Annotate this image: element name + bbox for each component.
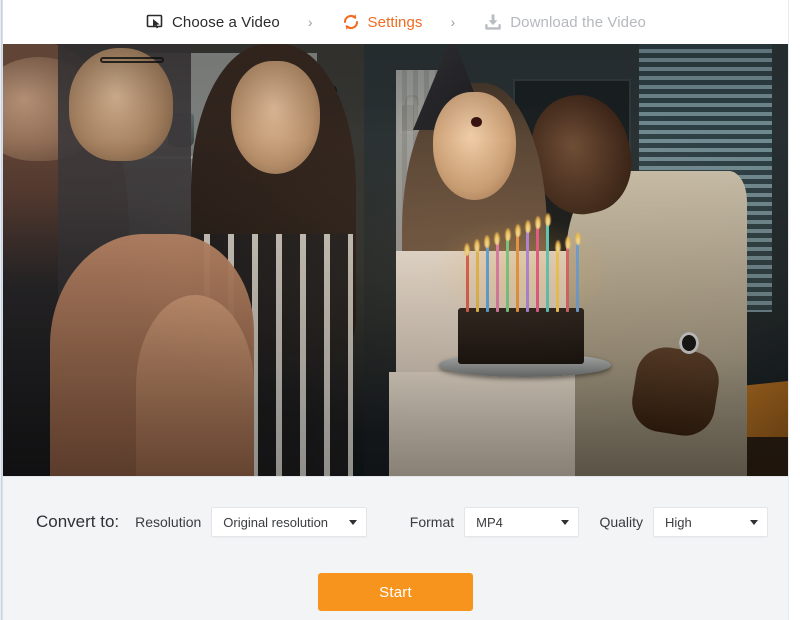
step-separator-1: ›	[307, 14, 313, 30]
refresh-icon	[341, 12, 361, 32]
step-choose-a-video[interactable]: Choose a Video	[143, 12, 282, 32]
step-separator-2: ›	[450, 14, 456, 30]
conversion-settings-panel: Convert to: Resolution Original resoluti…	[3, 476, 788, 620]
start-button-row: Start	[3, 573, 788, 611]
window-right-edge	[788, 0, 800, 620]
download-icon	[483, 12, 503, 32]
video-converter-window: Choose a Video › Settings › Download the…	[0, 0, 800, 620]
step-settings[interactable]: Settings	[339, 12, 425, 32]
settings-controls-row: Convert to: Resolution Original resoluti…	[3, 507, 788, 537]
window-left-edge	[0, 0, 3, 620]
select-video-icon	[145, 12, 165, 32]
step-download-the-video[interactable]: Download the Video	[481, 12, 648, 32]
video-frame-image	[3, 44, 788, 476]
format-label: Format	[409, 514, 455, 530]
progress-step-bar: Choose a Video › Settings › Download the…	[3, 0, 788, 44]
quality-value: High	[665, 514, 692, 530]
quality-select[interactable]: High	[653, 507, 769, 537]
resolution-field: Resolution Original resolution	[135, 507, 368, 537]
chevron-down-icon	[561, 520, 570, 525]
step-download-the-video-label: Download the Video	[510, 13, 646, 31]
chevron-down-icon	[750, 520, 759, 525]
start-button[interactable]: Start	[318, 573, 473, 611]
quality-label: Quality	[599, 514, 644, 530]
format-field: Format MP4	[409, 507, 580, 537]
resolution-label: Resolution	[135, 514, 202, 530]
step-settings-label: Settings	[367, 13, 423, 31]
convert-to-label: Convert to:	[36, 512, 120, 531]
chevron-down-icon	[349, 520, 358, 525]
quality-field: Quality High	[599, 507, 769, 537]
step-choose-a-video-label: Choose a Video	[171, 13, 280, 31]
format-select[interactable]: MP4	[464, 507, 580, 537]
resolution-value: Original resolution	[223, 514, 329, 530]
video-preview[interactable]	[3, 44, 788, 476]
resolution-select[interactable]: Original resolution	[211, 507, 368, 537]
format-value: MP4	[476, 514, 503, 530]
